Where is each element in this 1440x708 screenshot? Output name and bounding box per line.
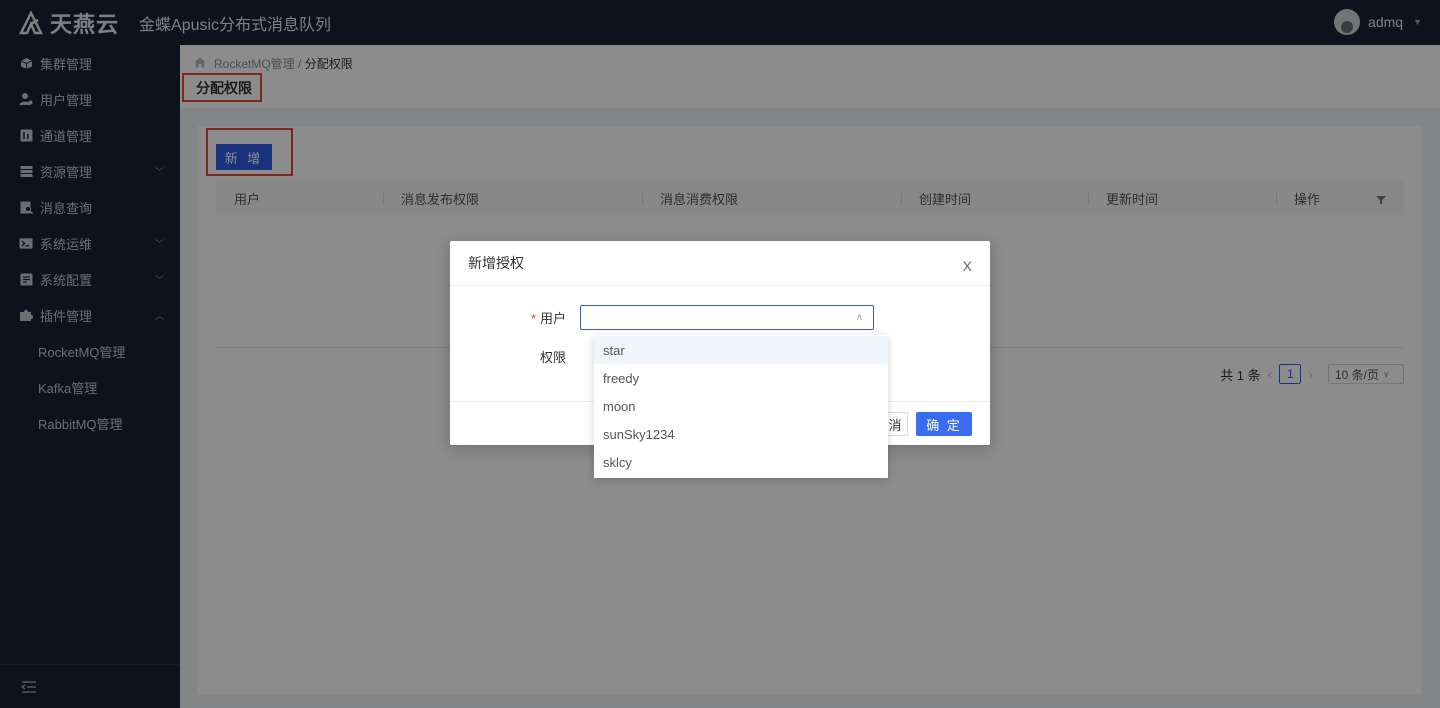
dropdown-option[interactable]: star <box>594 336 888 364</box>
chevron-up-icon: ∧ <box>855 312 863 323</box>
modal-title: 新增授权 <box>468 255 524 271</box>
form-row-user: * 用户 ∧ <box>450 305 874 330</box>
dropdown-option[interactable]: sklcy <box>594 448 888 476</box>
confirm-button[interactable]: 确 定 <box>916 412 972 436</box>
required-mark: * <box>530 311 536 326</box>
permission-field-label: 权限 <box>539 350 566 365</box>
dropdown-option[interactable]: freedy <box>594 364 888 392</box>
modal-header: 新增授权 X <box>450 241 990 286</box>
close-icon[interactable]: X <box>963 258 972 274</box>
cancel-button-label: 消 <box>888 417 902 433</box>
user-label-text: 用户 <box>539 311 566 326</box>
user-field-label: * 用户 <box>450 308 580 327</box>
dropdown-option[interactable]: moon <box>594 392 888 420</box>
user-select[interactable]: ∧ <box>580 305 874 330</box>
dropdown-option[interactable]: sunSky1234 <box>594 420 888 448</box>
user-dropdown: star freedy moon sunSky1234 sklcy <box>594 335 888 478</box>
form-row-permission: 权限 <box>450 347 580 366</box>
